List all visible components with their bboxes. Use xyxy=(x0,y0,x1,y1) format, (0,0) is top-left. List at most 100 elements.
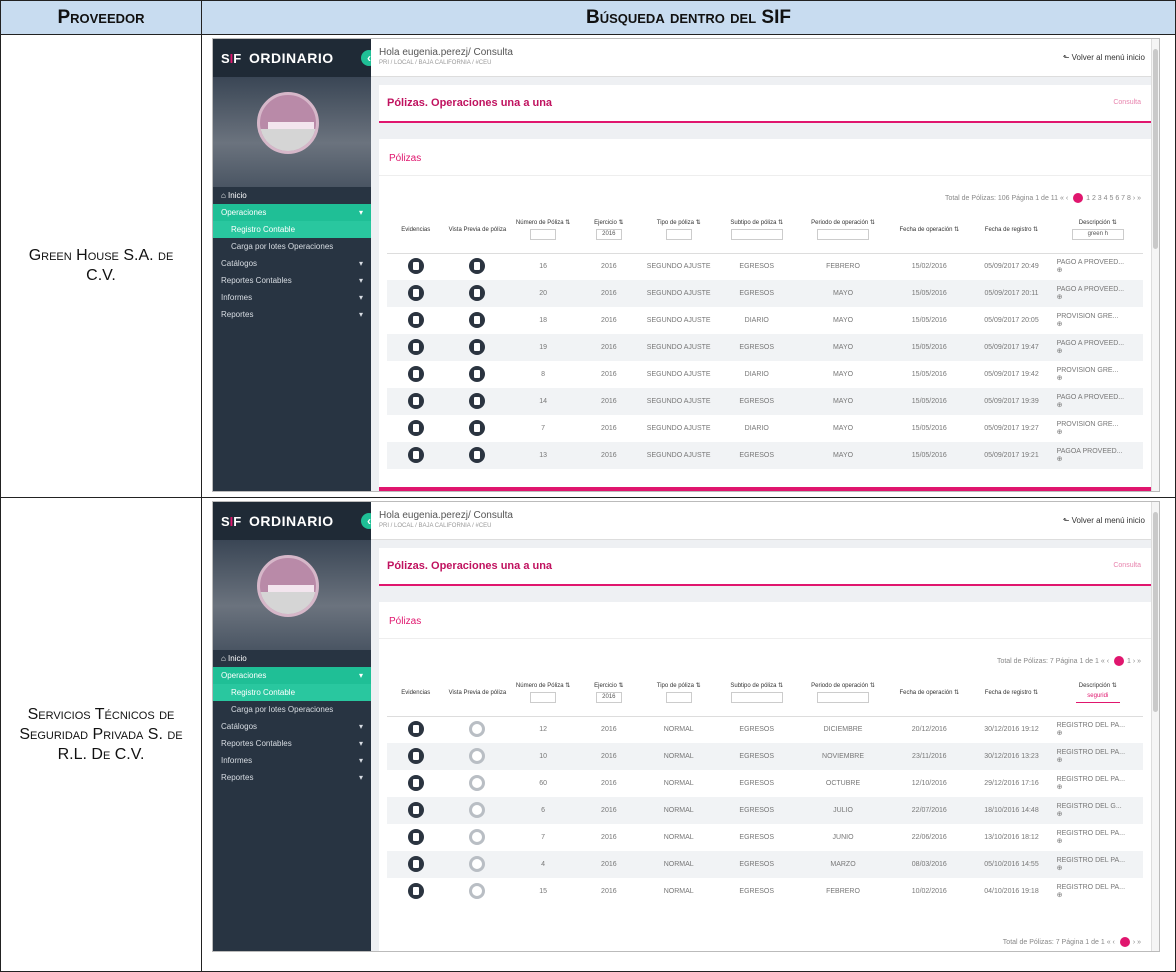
column-filter-input[interactable] xyxy=(530,692,557,704)
column-header[interactable]: Tipo de póliza ⇅ xyxy=(641,207,716,254)
current-page-dot[interactable] xyxy=(1073,193,1084,203)
preview-icon[interactable] xyxy=(469,801,486,818)
preview-icon[interactable] xyxy=(469,284,486,301)
preview-icon[interactable] xyxy=(469,446,486,463)
scrollbar[interactable] xyxy=(1151,39,1159,491)
plus-icon[interactable]: ⊕ xyxy=(1057,757,1063,764)
plus-icon[interactable]: ⊕ xyxy=(1057,811,1063,818)
plus-icon[interactable]: ⊕ xyxy=(1057,838,1063,845)
sidebar-item[interactable]: Reportes Contables ▾ xyxy=(213,272,371,289)
sidebar-item[interactable]: Reportes ▾ xyxy=(213,306,371,323)
breadcrumb[interactable]: Consulta xyxy=(1113,99,1141,106)
sidebar-item[interactable]: Registro Contable xyxy=(213,684,371,701)
column-header[interactable]: Descripción ⇅ green h xyxy=(1052,207,1143,254)
sidebar-item[interactable]: Carga por lotes Operaciones xyxy=(213,701,371,718)
column-header[interactable]: Subtipo de póliza ⇅ xyxy=(715,670,798,717)
column-header[interactable]: Vista Previa de póliza xyxy=(444,670,511,717)
description-filter-input[interactable]: seguridi xyxy=(1075,692,1120,704)
preview-icon[interactable] xyxy=(469,720,486,737)
sidebar-item[interactable]: Operaciones ▾ xyxy=(213,204,371,221)
plus-icon[interactable]: ⊕ xyxy=(1057,348,1063,355)
evidence-icon[interactable] xyxy=(407,311,424,328)
plus-icon[interactable]: ⊕ xyxy=(1057,321,1063,328)
column-header[interactable]: Periodo de operación ⇅ xyxy=(797,207,889,254)
description-filter-input[interactable]: green h xyxy=(1071,229,1124,241)
sidebar-item[interactable]: Carga por lotes Operaciones xyxy=(213,238,371,255)
plus-icon[interactable]: ⊕ xyxy=(1057,294,1063,301)
column-header[interactable]: Número de Póliza ⇅ xyxy=(510,670,576,717)
back-to-menu-link[interactable]: ⬑ Volver al menú inicio xyxy=(1063,516,1145,525)
evidence-icon[interactable] xyxy=(407,828,424,845)
current-page-dot[interactable] xyxy=(1119,937,1130,947)
column-filter-input[interactable] xyxy=(817,229,870,241)
plus-icon[interactable]: ⊕ xyxy=(1057,375,1063,382)
preview-icon[interactable] xyxy=(469,365,486,382)
plus-icon[interactable]: ⊕ xyxy=(1057,429,1063,436)
pager-next[interactable]: › » xyxy=(1133,939,1141,946)
scrollbar[interactable] xyxy=(1151,502,1159,951)
column-header[interactable]: Fecha de operación ⇅ xyxy=(888,207,971,254)
preview-icon[interactable] xyxy=(469,392,486,409)
evidence-icon[interactable] xyxy=(407,774,424,791)
pager-pages[interactable]: 1 2 3 4 5 6 7 8 › » xyxy=(1086,195,1141,202)
column-filter-input[interactable] xyxy=(730,229,783,241)
preview-icon[interactable] xyxy=(469,747,486,764)
preview-icon[interactable] xyxy=(469,311,486,328)
column-filter-input[interactable] xyxy=(665,229,692,241)
column-filter-input[interactable] xyxy=(730,692,783,704)
column-header[interactable]: Descripción ⇅ seguridi xyxy=(1052,670,1143,717)
column-header[interactable]: Vista Previa de póliza xyxy=(444,207,511,254)
sidebar-item[interactable]: ⌂ Inicio xyxy=(213,650,371,667)
preview-icon[interactable] xyxy=(469,338,486,355)
sidebar-item[interactable]: Informes ▾ xyxy=(213,752,371,769)
plus-icon[interactable]: ⊕ xyxy=(1057,267,1063,274)
sidebar-item[interactable]: Reportes Contables ▾ xyxy=(213,735,371,752)
sidebar-item[interactable]: Operaciones ▾ xyxy=(213,667,371,684)
year-filter-input[interactable]: 2016 xyxy=(595,692,622,704)
evidence-icon[interactable] xyxy=(407,338,424,355)
plus-icon[interactable]: ⊕ xyxy=(1057,865,1063,872)
column-header[interactable]: Número de Póliza ⇅ xyxy=(510,207,576,254)
sidebar-item[interactable]: Registro Contable xyxy=(213,221,371,238)
plus-icon[interactable]: ⊕ xyxy=(1057,456,1063,463)
column-filter-input[interactable] xyxy=(817,692,870,704)
plus-icon[interactable]: ⊕ xyxy=(1057,892,1063,899)
plus-icon[interactable]: ⊕ xyxy=(1057,730,1063,737)
year-filter-input[interactable]: 2016 xyxy=(595,229,622,241)
sidebar-item[interactable]: Catálogos ▾ xyxy=(213,255,371,272)
plus-icon[interactable]: ⊕ xyxy=(1057,402,1063,409)
column-header[interactable]: Periodo de operación ⇅ xyxy=(797,670,889,717)
column-header[interactable]: Fecha de registro ⇅ xyxy=(970,670,1053,717)
preview-icon[interactable] xyxy=(469,828,486,845)
sidebar-item[interactable]: ⌂ Inicio xyxy=(213,187,371,204)
sidebar-item[interactable]: Informes ▾ xyxy=(213,289,371,306)
evidence-icon[interactable] xyxy=(407,855,424,872)
plus-icon[interactable]: ⊕ xyxy=(1057,784,1063,791)
evidence-icon[interactable] xyxy=(407,419,424,436)
column-header[interactable]: Fecha de registro ⇅ xyxy=(970,207,1053,254)
evidence-icon[interactable] xyxy=(407,882,424,899)
column-header[interactable]: Evidencias xyxy=(387,207,445,254)
sidebar-item[interactable]: Catálogos ▾ xyxy=(213,718,371,735)
preview-icon[interactable] xyxy=(469,774,486,791)
column-header[interactable]: Ejercicio ⇅ 2016 xyxy=(575,207,642,254)
preview-icon[interactable] xyxy=(469,257,486,274)
preview-icon[interactable] xyxy=(469,419,486,436)
column-header[interactable]: Ejercicio ⇅ 2016 xyxy=(575,670,642,717)
current-page-dot[interactable] xyxy=(1113,656,1124,666)
breadcrumb[interactable]: Consulta xyxy=(1113,562,1141,569)
evidence-icon[interactable] xyxy=(407,446,424,463)
pager-pages[interactable]: 1 › » xyxy=(1127,658,1141,665)
back-to-menu-link[interactable]: ⬑ Volver al menú inicio xyxy=(1063,53,1145,62)
column-filter-input[interactable] xyxy=(665,692,692,704)
evidence-icon[interactable] xyxy=(407,392,424,409)
evidence-icon[interactable] xyxy=(407,747,424,764)
preview-icon[interactable] xyxy=(469,855,486,872)
column-header[interactable]: Subtipo de póliza ⇅ xyxy=(715,207,798,254)
column-header[interactable]: Evidencias xyxy=(387,670,445,717)
column-header[interactable]: Tipo de póliza ⇅ xyxy=(641,670,716,717)
column-header[interactable]: Fecha de operación ⇅ xyxy=(888,670,971,717)
evidence-icon[interactable] xyxy=(407,720,424,737)
sidebar-item[interactable]: Reportes ▾ xyxy=(213,769,371,786)
evidence-icon[interactable] xyxy=(407,284,424,301)
